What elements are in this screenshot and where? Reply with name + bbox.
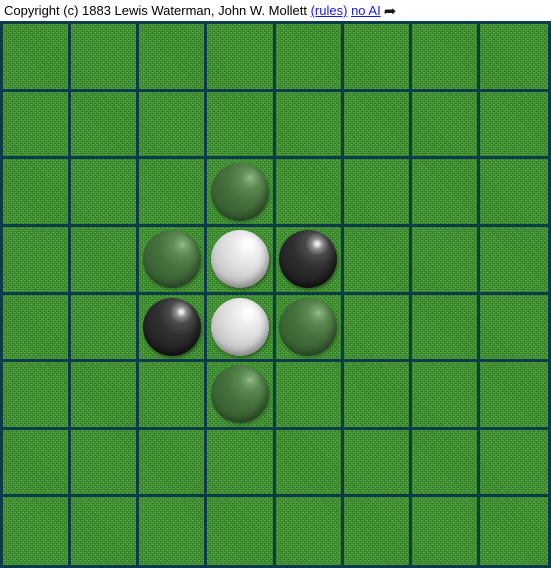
board-cell-r6-c3[interactable] xyxy=(207,429,276,498)
board-cell-r2-c5[interactable] xyxy=(343,159,412,227)
board-cell-r6-c2[interactable] xyxy=(139,429,208,498)
white-disc xyxy=(210,297,269,356)
board-cell-r2-c3[interactable] xyxy=(207,159,276,227)
board-cell-r3-c7[interactable] xyxy=(479,227,548,295)
black-disc xyxy=(279,230,338,289)
board-cell-r5-c3[interactable] xyxy=(207,362,276,430)
board-cell-r3-c3[interactable] xyxy=(207,226,276,295)
board-cell-r7-c6[interactable] xyxy=(412,497,480,565)
board-cell-r4-c4[interactable] xyxy=(275,294,344,363)
board-cell-r0-c1[interactable] xyxy=(71,24,140,92)
board-cell-r2-c1[interactable] xyxy=(71,159,140,227)
board-cell-r3-c4[interactable] xyxy=(275,226,344,295)
board-cell-r3-c2[interactable] xyxy=(139,226,208,295)
board-cell-r1-c5[interactable] xyxy=(343,91,412,160)
no-ai-link[interactable]: no AI xyxy=(351,3,381,18)
board-cell-r7-c4[interactable] xyxy=(276,497,344,565)
board-cell-r1-c0[interactable] xyxy=(3,91,72,160)
board-cell-r2-c6[interactable] xyxy=(411,159,480,227)
header-bar: Copyright (c) 1883 Lewis Waterman, John … xyxy=(0,0,551,21)
board-cell-r5-c0[interactable] xyxy=(3,362,72,430)
black-disc xyxy=(142,297,201,356)
board-cell-r5-c4[interactable] xyxy=(275,362,344,430)
board-cell-r7-c2[interactable] xyxy=(139,497,208,565)
move-hint-marker[interactable] xyxy=(210,365,269,424)
board-cell-r1-c7[interactable] xyxy=(479,92,548,160)
board-cell-r7-c5[interactable] xyxy=(344,497,412,565)
board-cell-r6-c4[interactable] xyxy=(275,429,344,498)
board-cell-r0-c2[interactable] xyxy=(139,24,208,92)
board-cell-r1-c6[interactable] xyxy=(411,91,480,160)
board-cell-r4-c2[interactable] xyxy=(139,294,208,363)
board-cell-r3-c6[interactable] xyxy=(411,226,480,295)
board-cell-r7-c3[interactable] xyxy=(207,497,276,565)
board-cell-r5-c6[interactable] xyxy=(411,362,480,430)
board-cell-r6-c0[interactable] xyxy=(3,429,72,498)
board-cell-r0-c4[interactable] xyxy=(275,24,344,92)
share-arrow-icon[interactable]: ➦ xyxy=(384,4,397,19)
board-cell-r0-c0[interactable] xyxy=(3,24,72,92)
board-container xyxy=(0,21,551,568)
board-cell-r6-c6[interactable] xyxy=(411,429,480,498)
board-cell-r0-c6[interactable] xyxy=(411,24,480,92)
board-cell-r3-c0[interactable] xyxy=(3,226,72,295)
board-cell-r1-c2[interactable] xyxy=(139,91,208,160)
board-cell-r6-c1[interactable] xyxy=(71,429,140,498)
board-cell-r3-c5[interactable] xyxy=(343,226,412,295)
board-cell-r4-c1[interactable] xyxy=(71,294,140,363)
move-hint-marker[interactable] xyxy=(279,297,338,356)
board-cell-r4-c7[interactable] xyxy=(479,295,548,363)
board-cell-r5-c5[interactable] xyxy=(343,362,412,430)
board-cell-r2-c0[interactable] xyxy=(3,159,72,227)
board-cell-r2-c7[interactable] xyxy=(479,159,548,227)
move-hint-marker[interactable] xyxy=(142,230,201,289)
board-grid xyxy=(3,24,548,565)
board-cell-r5-c2[interactable] xyxy=(139,362,208,430)
board-cell-r7-c0[interactable] xyxy=(3,497,72,565)
white-disc xyxy=(210,230,269,289)
board-cell-r5-c7[interactable] xyxy=(479,362,548,430)
board-cell-r1-c4[interactable] xyxy=(275,91,344,160)
board-cell-r1-c1[interactable] xyxy=(71,91,140,160)
move-hint-marker[interactable] xyxy=(210,162,269,221)
board-cell-r4-c0[interactable] xyxy=(3,294,72,363)
board-cell-r0-c7[interactable] xyxy=(479,24,548,92)
board-cell-r0-c5[interactable] xyxy=(343,24,412,92)
board-cell-r2-c2[interactable] xyxy=(139,159,208,227)
rules-link[interactable]: (rules) xyxy=(311,3,348,18)
board-cell-r2-c4[interactable] xyxy=(275,159,344,227)
reversi-board[interactable] xyxy=(0,21,551,568)
board-cell-r7-c7[interactable] xyxy=(480,497,548,565)
copyright-text: Copyright (c) 1883 Lewis Waterman, John … xyxy=(4,3,307,18)
board-cell-r7-c1[interactable] xyxy=(71,497,140,565)
board-cell-r4-c5[interactable] xyxy=(343,294,412,363)
board-cell-r1-c3[interactable] xyxy=(207,91,276,160)
board-cell-r4-c6[interactable] xyxy=(411,294,480,363)
board-cell-r6-c7[interactable] xyxy=(479,430,548,498)
board-cell-r0-c3[interactable] xyxy=(207,24,276,92)
board-cell-r5-c1[interactable] xyxy=(71,362,140,430)
board-cell-r6-c5[interactable] xyxy=(343,429,412,498)
board-cell-r4-c3[interactable] xyxy=(207,294,276,363)
board-cell-r3-c1[interactable] xyxy=(71,226,140,295)
